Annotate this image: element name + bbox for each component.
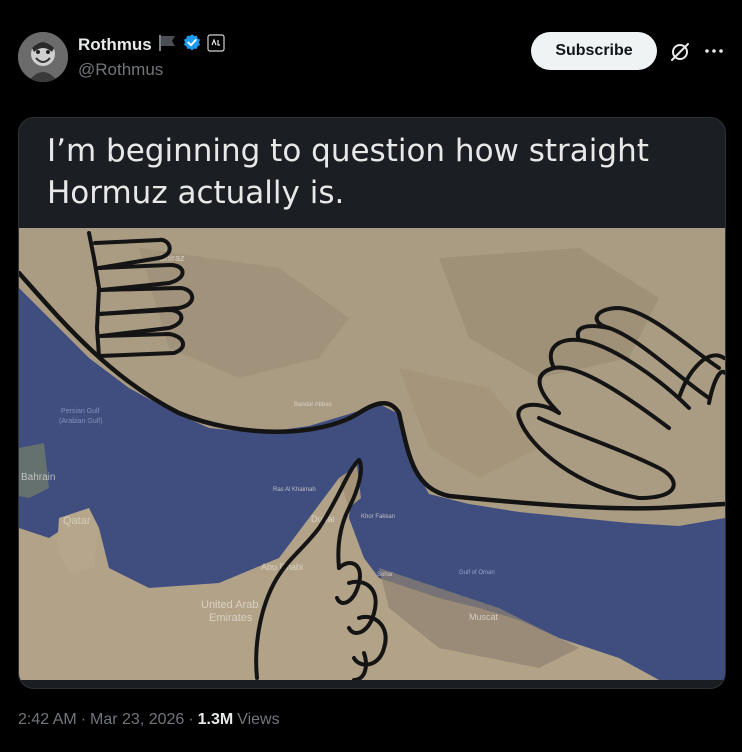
meta-separator: ·: [80, 711, 87, 728]
svg-text:Emirates: Emirates: [209, 612, 253, 624]
map-label-ras-al-khaimah: Ras Al Khaimah: [273, 487, 316, 493]
svg-text:(Arabian Gulf): (Arabian Gulf): [59, 418, 103, 425]
map-label-qatar: Qatar: [63, 515, 91, 527]
tweet-meta: 2:42 AM · Mar 23, 2026 · 1.3M Views: [18, 711, 280, 729]
views-label: Views: [237, 711, 280, 728]
subscribe-button[interactable]: Subscribe: [531, 32, 657, 70]
map-label-bahrain: Bahrain: [21, 472, 55, 483]
map-label-khor-fakkan: Khor Fakkan: [361, 514, 395, 520]
tweet-media[interactable]: I’m beginning to question how straight H…: [18, 117, 726, 689]
tweet: Rothmus @Rothmus Subscribe I’m beginning…: [0, 0, 742, 752]
author-handle[interactable]: @Rothmus: [78, 60, 163, 80]
meta-separator-2: ·: [188, 711, 194, 728]
author-name-row: Rothmus: [78, 33, 225, 58]
grok-icon[interactable]: [669, 41, 691, 63]
avatar[interactable]: [18, 32, 68, 82]
tweet-date[interactable]: Mar 23, 2026: [90, 711, 184, 729]
map-label-gulf-of-oman: Gulf of Oman: [459, 570, 495, 576]
tweet-header: Rothmus @Rothmus Subscribe: [18, 30, 724, 86]
affiliate-badge-icon[interactable]: [207, 33, 225, 57]
meme-caption-text: I’m beginning to question how straight H…: [47, 133, 649, 211]
avatar-image: [18, 32, 68, 82]
map-label-sohar: Sohar: [377, 572, 393, 578]
map-label-uae: United Arab: [201, 599, 258, 611]
map-label-persian-gulf: Persian Gulf: [61, 408, 100, 415]
verified-badge-icon[interactable]: [182, 33, 202, 58]
flag-icon: [157, 34, 177, 57]
views-count: 1.3M: [197, 711, 234, 728]
meme-caption-panel: I’m beginning to question how straight H…: [19, 118, 725, 228]
tweet-time[interactable]: 2:42 AM: [18, 711, 77, 729]
more-options-icon[interactable]: [703, 40, 725, 62]
display-name[interactable]: Rothmus: [78, 35, 152, 55]
meme-map-image: Shiraz Persian Gulf (Arabian Gulf) Bahra…: [19, 228, 725, 680]
map-label-muscat: Muscat: [469, 612, 499, 622]
map-label-bandar-abbas: Bandar Abbas: [294, 402, 332, 408]
